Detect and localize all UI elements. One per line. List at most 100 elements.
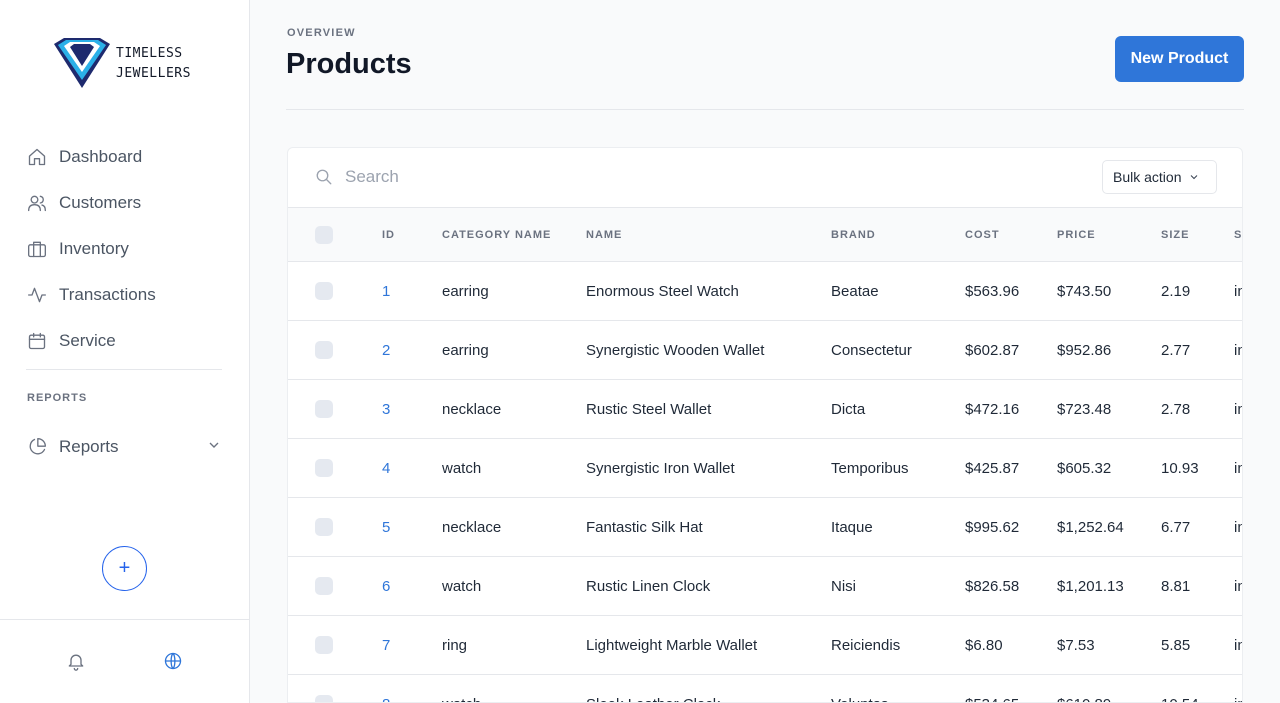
brand-logo[interactable]: TIMELESS JEWELLERS bbox=[50, 36, 202, 92]
column-header-cost[interactable]: COST bbox=[965, 208, 1000, 261]
row-checkbox[interactable] bbox=[315, 459, 333, 477]
row-category: necklace bbox=[442, 518, 502, 536]
select-all-checkbox[interactable] bbox=[315, 225, 333, 244]
nav-label-reports: Reports bbox=[59, 437, 119, 456]
logo-line-1: TIMELESS bbox=[116, 46, 183, 61]
row-cost: $995.62 bbox=[965, 518, 1020, 536]
nav-item-customers[interactable]: Customers bbox=[26, 180, 222, 226]
row-category: earring bbox=[442, 341, 489, 359]
row-checkbox[interactable] bbox=[315, 400, 333, 418]
row-category: watch bbox=[442, 459, 482, 477]
row-brand: Voluptas bbox=[831, 675, 889, 703]
chevron-down-icon bbox=[1191, 175, 1198, 180]
column-header-si[interactable]: SI bbox=[1234, 208, 1242, 261]
row-brand: Nisi bbox=[831, 577, 856, 595]
row-size: 10.54 bbox=[1161, 675, 1199, 703]
row-size: 2.77 bbox=[1161, 341, 1191, 359]
row-price: $1,252.64 bbox=[1057, 518, 1124, 536]
row-category: necklace bbox=[442, 400, 502, 418]
table-row[interactable]: 8 watch Sleek Leather Clock Voluptas $53… bbox=[288, 675, 1242, 703]
row-cost: $534.65 bbox=[965, 675, 1019, 703]
row-category: ring bbox=[442, 636, 468, 654]
row-price: $610.89 bbox=[1057, 675, 1111, 703]
row-checkbox[interactable] bbox=[315, 518, 333, 536]
home-icon bbox=[26, 146, 48, 168]
add-button[interactable]: + bbox=[102, 546, 147, 591]
column-header-name[interactable]: NAME bbox=[586, 208, 622, 261]
table-row[interactable]: 2 earring Synergistic Wooden Wallet Cons… bbox=[288, 321, 1242, 380]
nav-item-dashboard[interactable]: Dashboard bbox=[26, 134, 222, 180]
new-product-button[interactable]: New Product bbox=[1115, 36, 1244, 82]
row-name: Synergistic Iron Wallet bbox=[586, 459, 735, 477]
row-id-link[interactable]: 3 bbox=[382, 380, 390, 438]
row-cost: $472.16 bbox=[965, 400, 1020, 418]
column-header-category[interactable]: CATEGORY NAME bbox=[442, 208, 551, 261]
nav-item-service[interactable]: Service bbox=[26, 318, 222, 364]
sidebar-footer bbox=[0, 619, 249, 703]
row-price: $1,201.13 bbox=[1057, 577, 1124, 595]
nav-item-reports[interactable]: Reports bbox=[26, 424, 222, 470]
bell-icon[interactable] bbox=[66, 651, 86, 671]
row-id-link[interactable]: 6 bbox=[382, 557, 390, 615]
row-id-link[interactable]: 4 bbox=[382, 439, 390, 497]
row-name: Lightweight Marble Wallet bbox=[586, 636, 758, 654]
row-price: $952.86 bbox=[1057, 341, 1112, 359]
table-row[interactable]: 5 necklace Fantastic Silk Hat Itaque $99… bbox=[288, 498, 1242, 557]
table-row[interactable]: 4 watch Synergistic Iron Wallet Temporib… bbox=[288, 439, 1242, 498]
search-input[interactable] bbox=[345, 164, 945, 190]
row-checkbox[interactable] bbox=[315, 577, 333, 595]
row-cost: $826.58 bbox=[965, 577, 1020, 595]
row-name: Synergistic Wooden Wallet bbox=[586, 341, 765, 359]
column-header-brand[interactable]: BRAND bbox=[831, 208, 876, 261]
row-name: Rustic Linen Clock bbox=[586, 577, 711, 595]
row-size: 2.78 bbox=[1161, 400, 1191, 418]
row-cost: $602.87 bbox=[965, 341, 1020, 359]
table-toolbar: Bulk action bbox=[288, 148, 1242, 208]
nav-label-transactions: Transactions bbox=[59, 285, 156, 304]
row-extra: in bbox=[1234, 341, 1242, 359]
column-header-id[interactable]: ID bbox=[382, 208, 395, 261]
row-extra: in bbox=[1234, 400, 1242, 418]
nav-divider bbox=[26, 369, 222, 370]
row-brand: Dicta bbox=[831, 400, 866, 418]
row-id-link[interactable]: 2 bbox=[382, 321, 390, 379]
row-id-link[interactable]: 1 bbox=[382, 262, 390, 320]
row-cost: $425.87 bbox=[965, 459, 1020, 477]
table-row[interactable]: 3 necklace Rustic Steel Wallet Dicta $47… bbox=[288, 380, 1242, 439]
column-header-price[interactable]: PRICE bbox=[1057, 208, 1096, 261]
row-checkbox[interactable] bbox=[315, 341, 333, 359]
page-title: Products bbox=[286, 48, 412, 80]
row-brand: Itaque bbox=[831, 518, 873, 536]
row-price: $7.53 bbox=[1057, 636, 1095, 654]
row-checkbox[interactable] bbox=[315, 695, 333, 702]
row-id-link[interactable]: 7 bbox=[382, 616, 390, 674]
row-id-link[interactable]: 5 bbox=[382, 498, 390, 556]
row-size: 10.93 bbox=[1161, 459, 1199, 477]
brand-logo-text: TIMELESS JEWELLERS bbox=[116, 44, 191, 84]
row-name: Fantastic Silk Hat bbox=[586, 518, 703, 536]
table-row[interactable]: 1 earring Enormous Steel Watch Beatae $5… bbox=[288, 262, 1242, 321]
row-id-link[interactable]: 8 bbox=[382, 675, 390, 703]
chevron-down-icon[interactable] bbox=[206, 437, 222, 458]
table-row[interactable]: 6 watch Rustic Linen Clock Nisi $826.58 … bbox=[288, 557, 1242, 616]
row-name: Rustic Steel Wallet bbox=[586, 400, 712, 418]
search-icon bbox=[315, 168, 333, 186]
row-brand: Beatae bbox=[831, 282, 879, 300]
page-overline: OVERVIEW bbox=[287, 27, 356, 39]
nav-label-dashboard: Dashboard bbox=[59, 147, 143, 166]
column-header-size[interactable]: SIZE bbox=[1161, 208, 1189, 261]
row-checkbox[interactable] bbox=[315, 282, 333, 300]
globe-icon[interactable] bbox=[163, 651, 183, 671]
bulk-action-dropdown[interactable]: Bulk action bbox=[1102, 160, 1217, 194]
calendar-icon bbox=[26, 330, 48, 352]
nav-item-transactions[interactable]: Transactions bbox=[26, 272, 222, 318]
header-divider bbox=[286, 109, 1244, 110]
table-row[interactable]: 7 ring Lightweight Marble Wallet Reicien… bbox=[288, 616, 1242, 675]
nav-item-inventory[interactable]: Inventory bbox=[26, 226, 222, 272]
row-brand: Consectetur bbox=[831, 341, 912, 359]
reports-section-title: REPORTS bbox=[27, 392, 88, 404]
row-extra: in bbox=[1234, 282, 1242, 300]
row-checkbox[interactable] bbox=[315, 636, 333, 654]
row-extra: in bbox=[1234, 577, 1242, 595]
activity-icon bbox=[26, 284, 48, 306]
